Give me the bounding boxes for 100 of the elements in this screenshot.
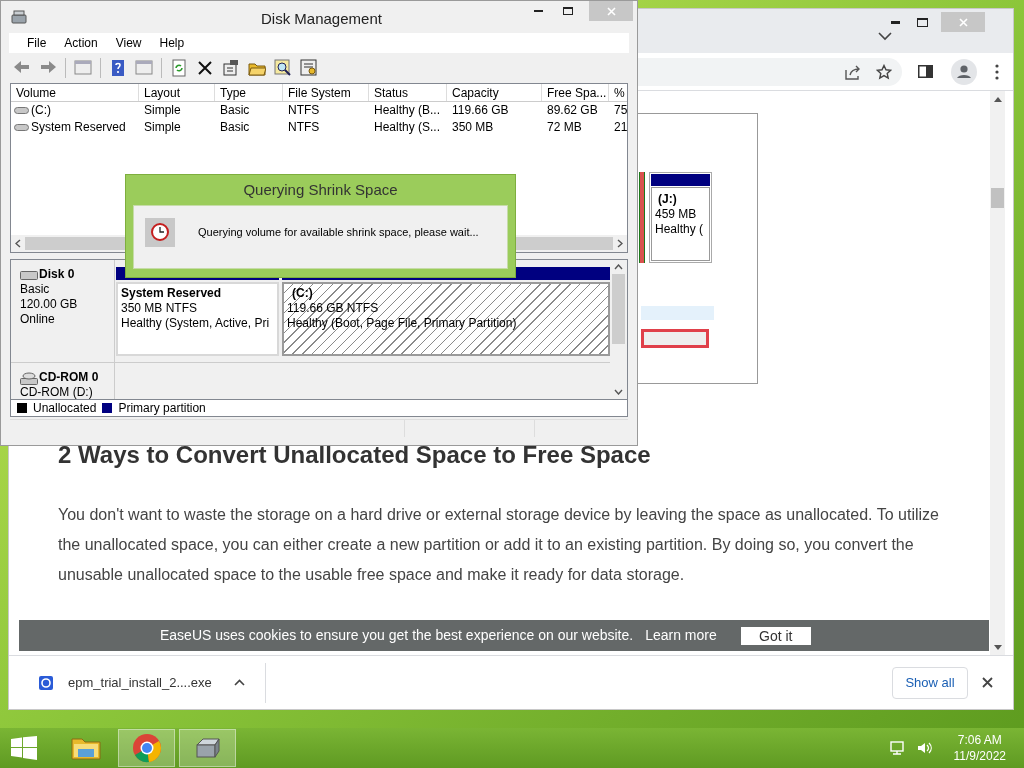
menu-item[interactable]: Action bbox=[64, 34, 98, 52]
close-icon[interactable] bbox=[982, 677, 993, 688]
disk-drive-icon bbox=[20, 269, 38, 280]
learn-more-link[interactable]: Learn more bbox=[645, 625, 717, 646]
maximize-icon bbox=[563, 7, 573, 15]
disk-detail: CD-ROM (D:) bbox=[20, 385, 94, 399]
profile-icon[interactable] bbox=[951, 58, 977, 85]
partition-name: (C:) bbox=[291, 286, 313, 301]
properties-icon[interactable] bbox=[222, 59, 240, 77]
column-header[interactable]: Layout bbox=[139, 84, 215, 101]
vertical-scrollbar[interactable] bbox=[610, 260, 627, 399]
clock-drawing bbox=[151, 223, 169, 241]
legend-label: Primary partition bbox=[118, 400, 206, 417]
installer-icon bbox=[39, 675, 53, 690]
partition-status: Healthy ( bbox=[655, 222, 705, 237]
table-cell-text: Basic bbox=[219, 119, 251, 136]
article-paragraph: You don't want to waste the storage on a hard drive or external storage device by leaving the space as unallocated. To utilize the unallocated space, you can either create a new partition or add it to an existing partition. By doing so, you convert the unusable unallocated space to the usable free space and make it ready for data storage. bbox=[58, 505, 940, 585]
partition-size: 119.66 GB NTFS bbox=[287, 301, 379, 316]
show-all-button[interactable]: Show all bbox=[892, 666, 968, 699]
dialog-title: Querying Shrink Space bbox=[242, 180, 399, 200]
chevron-down-icon[interactable] bbox=[878, 32, 892, 41]
column-header[interactable]: % bbox=[609, 84, 627, 101]
got-it-button[interactable]: Got it bbox=[740, 626, 811, 645]
table-cell: (C:) bbox=[31, 102, 51, 119]
chevron-up-icon[interactable] bbox=[233, 679, 245, 686]
settings-icon[interactable] bbox=[300, 59, 318, 77]
scrollbar-thumb[interactable] bbox=[991, 188, 1004, 208]
speaker-icon[interactable] bbox=[915, 740, 932, 756]
menu-item[interactable]: View bbox=[115, 34, 142, 52]
partition-status: Healthy (Boot, Page File, Primary Partition) bbox=[287, 316, 517, 331]
close-icon bbox=[958, 17, 968, 27]
side-panel-icon[interactable] bbox=[918, 65, 933, 78]
table-cell-text: NTFS bbox=[287, 119, 321, 136]
optical-drive-icon bbox=[20, 370, 38, 385]
column-header[interactable]: File System bbox=[283, 84, 369, 101]
table-cell-text: Simple bbox=[143, 102, 182, 119]
dialog-message: Querying volume for available shrink space, please wait... bbox=[198, 224, 479, 240]
partition-name: System Reserved bbox=[121, 286, 222, 301]
scrollbar-thumb[interactable] bbox=[612, 274, 625, 344]
table-cell: System Reserved bbox=[31, 119, 126, 136]
scroll-up-icon[interactable] bbox=[993, 97, 1002, 102]
partition-box[interactable]: (C:) 119.66 GB NTFS Healthy (Boot, Page File, Primary Partition) bbox=[282, 282, 610, 356]
disk-name: Disk 0 bbox=[39, 267, 75, 282]
magnifier-icon[interactable] bbox=[274, 59, 292, 77]
taskbar-button[interactable] bbox=[118, 729, 175, 767]
table-cell-text: 119.66 GB bbox=[451, 102, 510, 119]
menu-icon[interactable] bbox=[995, 63, 999, 80]
partition-size: 350 MB NTFS bbox=[121, 301, 198, 316]
network-icon[interactable] bbox=[889, 740, 906, 756]
menu-item[interactable]: File bbox=[27, 34, 47, 52]
disk-detail: Online bbox=[20, 312, 56, 327]
scroll-down-icon[interactable] bbox=[614, 389, 623, 395]
maximize-icon bbox=[917, 17, 928, 27]
disk-drive-icon bbox=[11, 10, 27, 24]
column-header[interactable]: Capacity bbox=[447, 84, 542, 101]
minimize-icon bbox=[533, 10, 543, 12]
column-header[interactable]: Volume bbox=[11, 84, 139, 101]
table-cell-text: 75 bbox=[613, 102, 627, 119]
column-header[interactable]: Type bbox=[215, 84, 283, 101]
table-cell-text: Healthy (B... bbox=[373, 102, 442, 119]
table-cell-text: 21 bbox=[613, 119, 627, 136]
disk-detail: 120.00 GB bbox=[20, 297, 79, 312]
menu-item[interactable]: Help bbox=[159, 34, 185, 52]
share-icon[interactable] bbox=[844, 63, 862, 80]
table-cell-text: Healthy (S... bbox=[373, 119, 442, 136]
table-cell-text: Basic bbox=[219, 102, 251, 119]
partition-box[interactable]: System Reserved 350 MB NTFS Healthy (System, Active, Pri bbox=[116, 282, 279, 356]
partition-status: Healthy (System, Active, Pri bbox=[121, 316, 270, 331]
article-heading: 2 Ways to Convert Unallocated Space to Free Space bbox=[58, 440, 652, 470]
column-header[interactable]: Free Spa... bbox=[542, 84, 609, 101]
table-cell-text: Simple bbox=[143, 119, 182, 136]
star-icon[interactable] bbox=[876, 63, 892, 80]
taskbar-button[interactable] bbox=[179, 729, 236, 767]
disk-detail: Basic bbox=[20, 282, 51, 297]
scroll-right-icon[interactable] bbox=[617, 239, 623, 248]
window-title: Disk Management bbox=[261, 9, 382, 29]
refresh-icon[interactable] bbox=[170, 59, 188, 77]
scrollbar[interactable] bbox=[990, 91, 1005, 655]
download-filename[interactable]: epm_trial_install_2....exe bbox=[68, 672, 212, 693]
table-cell-text: 89.62 GB bbox=[546, 102, 599, 119]
legend-label: Unallocated bbox=[33, 400, 97, 417]
highlight-frame bbox=[641, 329, 709, 348]
close-icon bbox=[606, 6, 616, 16]
help-icon[interactable] bbox=[109, 59, 127, 77]
delete-icon[interactable] bbox=[196, 59, 214, 77]
column-header[interactable]: Status bbox=[369, 84, 447, 101]
scroll-down-icon[interactable] bbox=[993, 645, 1002, 650]
scroll-left-icon[interactable] bbox=[15, 239, 21, 248]
cookie-message: EaseUS uses cookies to ensure you get the best experience on our website. bbox=[160, 626, 634, 645]
partition-size: 459 MB bbox=[655, 207, 698, 222]
partition-header-bar bbox=[651, 174, 710, 186]
table-cell-text: NTFS bbox=[287, 102, 321, 119]
drive-icon bbox=[14, 124, 29, 131]
scroll-up-icon[interactable] bbox=[614, 264, 623, 270]
partition-label: (J:) bbox=[657, 192, 678, 207]
disk-name: CD-ROM 0 bbox=[39, 370, 99, 385]
table-cell-text: 72 MB bbox=[546, 119, 583, 136]
minimize-icon bbox=[891, 20, 900, 24]
table-cell-text: 350 MB bbox=[451, 119, 495, 136]
windows-logo-icon bbox=[11, 736, 37, 760]
